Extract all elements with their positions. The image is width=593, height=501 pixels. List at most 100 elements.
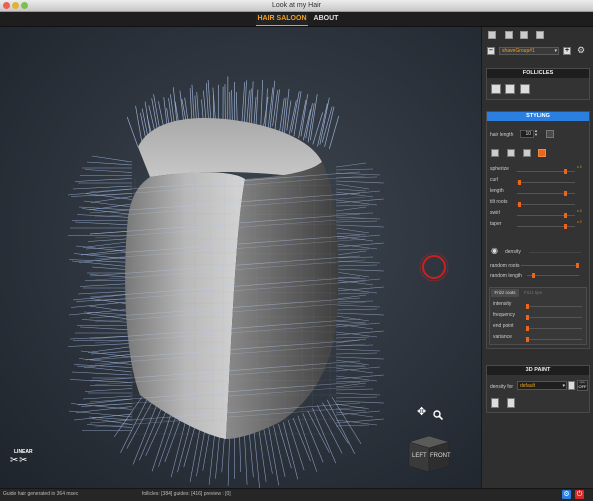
slider-knob[interactable] — [518, 180, 521, 185]
multiplier-badge[interactable]: x 2 — [577, 208, 582, 214]
styling-sliders: spherizex 2curllengthtilt rootsswirlx 2t… — [487, 164, 589, 230]
toggle-off-label: OFF — [578, 384, 587, 389]
frizz-knob[interactable] — [526, 304, 529, 309]
cut-follicles-icon[interactable] — [505, 84, 515, 94]
density-label: density — [505, 249, 521, 255]
status-counts: follicles: [384] guides: [416] preview :… — [142, 491, 231, 498]
cube-face-front[interactable]: FRONT — [430, 453, 451, 459]
random-roots-knob[interactable] — [576, 263, 579, 268]
frizz-track[interactable] — [526, 339, 582, 340]
paint-clear-icon[interactable] — [491, 398, 499, 408]
slider-knob[interactable] — [564, 191, 567, 196]
slider-track[interactable] — [517, 204, 575, 205]
frizz-knob[interactable] — [526, 315, 529, 320]
group-select[interactable]: shaveGroup#1 ▾ — [499, 47, 559, 55]
status-message: Guide hair generated in 364 msec — [3, 491, 78, 498]
tab-about[interactable]: ABOUT — [310, 13, 342, 25]
3d-viewport[interactable]: ✥ LINEAR ✂ ✂ LEFT FRONT — [0, 27, 481, 488]
hair-length-stepper[interactable]: ▲▼ — [534, 129, 539, 138]
slider-row-taper[interactable]: taper x 2 — [487, 219, 589, 230]
slider-row-spherize[interactable]: spherizex 2 — [487, 164, 589, 175]
random-roots-label: random roots — [490, 263, 519, 269]
density-eye-icon[interactable]: ◉ — [491, 247, 498, 255]
style-mode-2-icon[interactable] — [507, 149, 515, 157]
multiplier-badge[interactable]: x 2 — [577, 164, 582, 170]
chevron-down-icon: ▾ — [554, 48, 557, 55]
frizz-box: Frizz roots Frizz tips intensityfrequenc… — [489, 287, 587, 345]
linear-logo: LINEAR ✂ ✂ — [10, 449, 38, 473]
hair-scene — [0, 27, 481, 488]
ruler-icon[interactable] — [546, 130, 554, 138]
multiplier-badge[interactable]: x 2 — [577, 219, 582, 225]
add-group-button[interactable]: + — [563, 47, 571, 55]
follicles-section: FOLLICLES — [486, 68, 590, 100]
remove-group-button[interactable]: – — [487, 47, 495, 55]
paint-trash-icon[interactable] — [507, 398, 515, 408]
style-mode-1-icon[interactable] — [491, 149, 499, 157]
brush-cursor — [423, 256, 445, 278]
frizz-track[interactable] — [526, 317, 582, 318]
grid-icon[interactable] — [491, 84, 501, 94]
slider-label: length — [490, 188, 504, 194]
slider-row-tilt-roots[interactable]: tilt roots — [487, 197, 589, 208]
window-title: Look at my Hair — [0, 0, 593, 11]
random-length-label: random length — [490, 273, 522, 279]
style-mode-4-icon[interactable] — [538, 149, 546, 157]
frizz-sliders: intensityfrequencyend point variance — [490, 299, 586, 343]
slider-track[interactable] — [517, 182, 575, 183]
comb-icon[interactable] — [520, 84, 530, 94]
save-icon[interactable] — [536, 31, 544, 39]
random-length-knob[interactable] — [532, 273, 535, 278]
paint-add-button[interactable] — [568, 381, 575, 390]
slider-label: swirl — [490, 210, 500, 216]
density-for-label: density for — [490, 384, 513, 390]
slider-row-swirl[interactable]: swirl x 2 — [487, 208, 589, 219]
slider-knob[interactable] — [564, 169, 567, 174]
power-icon[interactable]: ⏻ — [575, 490, 584, 499]
density-track[interactable] — [529, 252, 581, 253]
frizz-knob[interactable] — [526, 337, 529, 342]
frizz-label: variance — [493, 334, 512, 340]
follicles-header: FOLLICLES — [487, 69, 589, 78]
frizz-knob[interactable] — [526, 326, 529, 331]
paint-header: 3D PAINT — [487, 366, 589, 375]
frizz-track[interactable] — [526, 306, 582, 307]
tab-hair-saloon[interactable]: HAIR SALOON — [256, 13, 308, 26]
frizz-row-intensity[interactable]: intensity — [490, 299, 586, 310]
cube-face-left[interactable]: LEFT — [412, 453, 427, 459]
status-bar: Guide hair generated in 364 msec follicl… — [0, 488, 593, 501]
slider-knob[interactable] — [518, 202, 521, 207]
slider-row-length[interactable]: length — [487, 186, 589, 197]
apply-toggle[interactable]: apply OFF — [577, 380, 588, 391]
file-icon[interactable] — [488, 31, 496, 39]
slider-knob[interactable] — [564, 224, 567, 229]
frizz-row-end-point[interactable]: end point — [490, 321, 586, 332]
zoom-icon[interactable] — [433, 407, 443, 417]
random-length-slider[interactable] — [527, 272, 581, 278]
frizz-track[interactable] — [526, 328, 582, 329]
slider-knob[interactable] — [564, 213, 567, 218]
density-for-select[interactable]: default ▾ — [517, 381, 567, 390]
main-tab-bar: HAIR SALOON ABOUT — [0, 12, 593, 27]
folder-icon[interactable] — [520, 31, 528, 39]
frizz-row-variance[interactable]: variance — [490, 332, 586, 343]
move-icon[interactable]: ✥ — [417, 407, 427, 417]
hair-length-input[interactable]: 10 — [520, 130, 534, 138]
random-roots-track — [521, 265, 579, 266]
window-title-bar: Look at my Hair — [0, 0, 593, 12]
tab-frizz-tips[interactable]: Frizz tips — [520, 289, 546, 297]
settings-icon[interactable]: ⚙ — [562, 490, 571, 499]
view-cube[interactable]: LEFT FRONT — [407, 434, 451, 474]
mesh-left-face — [125, 172, 245, 439]
style-mode-3-icon[interactable] — [523, 149, 531, 157]
gear-icon[interactable]: ⚙ — [577, 46, 585, 55]
paint-section: 3D PAINT density for default ▾ apply OFF — [486, 365, 590, 413]
slider-row-curl[interactable]: curl — [487, 175, 589, 186]
styling-header: STYLING — [487, 112, 589, 121]
tab-frizz-roots[interactable]: Frizz roots — [491, 289, 519, 297]
slider-label: taper — [490, 221, 501, 227]
export-icon[interactable] — [505, 31, 513, 39]
slider-label: curl — [490, 177, 498, 183]
frizz-row-frequency[interactable]: frequency — [490, 310, 586, 321]
random-roots-slider[interactable] — [521, 262, 581, 268]
